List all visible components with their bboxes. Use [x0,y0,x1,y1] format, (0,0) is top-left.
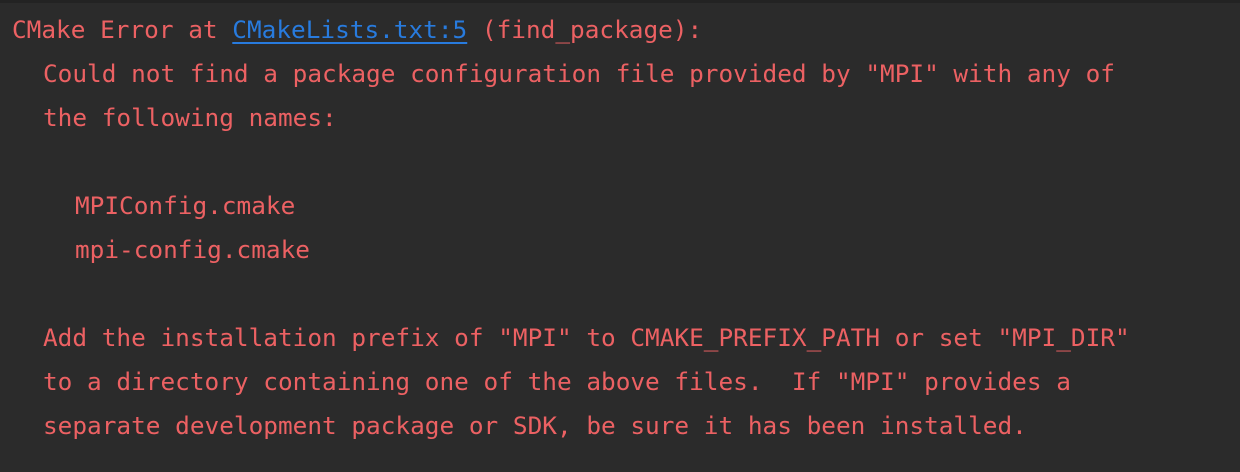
panel-divider [0,0,1240,3]
error-header-line: CMake Error at CMakeLists.txt:5 (find_pa… [0,8,1240,52]
console-output: CMake Error at CMakeLists.txt:5 (find_pa… [0,0,1240,472]
hint-message-line: Add the installation prefix of "MPI" to … [43,323,1130,352]
config-filename-line: MPIConfig.cmake [75,191,296,220]
error-message-line: Could not find a package configuration f… [43,59,1115,88]
source-file-link[interactable]: CMakeLists.txt:5 [232,15,467,44]
config-filename-line: mpi-config.cmake [75,235,310,264]
error-prefix: CMake Error at [12,15,233,44]
hint-message-line: to a directory containing one of the abo… [43,367,1071,396]
error-message-line: the following names: [43,103,337,132]
error-suffix: (find_package): [467,15,703,44]
hint-message-line: separate development package or SDK, be … [43,411,1027,440]
